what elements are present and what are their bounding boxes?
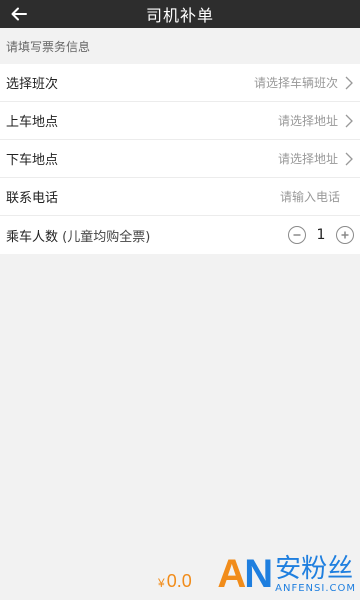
increment-button[interactable] [336, 226, 354, 244]
total-price: ¥0.0 [158, 571, 192, 592]
watermark-cn-text: 安粉丝 [275, 554, 354, 584]
phone-label: 联系电话 [6, 191, 59, 206]
select-trip-row[interactable]: 选择班次 请选择车辆班次 [0, 64, 360, 102]
passenger-stepper: 1 [288, 226, 354, 244]
minus-icon [293, 234, 301, 236]
passenger-note: (儿童均购全票) [58, 229, 151, 245]
chevron-right-icon [345, 152, 353, 165]
select-trip-label: 选择班次 [6, 77, 59, 92]
app-header: 司机补单 [0, 0, 360, 28]
dropoff-location-placeholder: 请选择地址 [277, 152, 338, 166]
decrement-button[interactable] [288, 226, 306, 244]
price-amount: 0.0 [166, 571, 192, 591]
boarding-location-label: 上车地点 [6, 115, 59, 130]
watermark-logo: AN 安粉丝 ANFENSI.COM [217, 554, 356, 594]
watermark-en-text: ANFENSI.COM [275, 583, 356, 594]
page-title: 司机补单 [145, 6, 214, 25]
dropoff-location-label: 下车地点 [6, 153, 59, 168]
passenger-count-row: 乘车人数 (儿童均购全票) 1 [0, 216, 360, 254]
select-trip-placeholder: 请选择车辆班次 [253, 76, 338, 90]
boarding-location-placeholder: 请选择地址 [277, 114, 338, 128]
dropoff-location-row[interactable]: 下车地点 请选择地址 [0, 140, 360, 178]
phone-row: 联系电话 [0, 178, 360, 216]
passenger-quantity: 1 [316, 227, 326, 243]
chevron-right-icon [345, 76, 353, 89]
currency-symbol: ¥ [158, 576, 165, 590]
watermark-an-logo: AN [217, 552, 273, 596]
chevron-right-icon [345, 114, 353, 127]
back-button[interactable] [8, 3, 30, 25]
passenger-count-label: 乘车人数 (儿童均购全票) [6, 229, 151, 245]
boarding-location-row[interactable]: 上车地点 请选择地址 [0, 102, 360, 140]
section-hint: 请填写票务信息 [6, 39, 91, 54]
plus-icon [341, 231, 349, 239]
arrow-left-icon [11, 7, 27, 21]
ticket-form: 选择班次 请选择车辆班次 上车地点 请选择地址 下车地点 请选择地址 联系电话 [0, 64, 360, 254]
phone-input[interactable] [178, 188, 354, 205]
